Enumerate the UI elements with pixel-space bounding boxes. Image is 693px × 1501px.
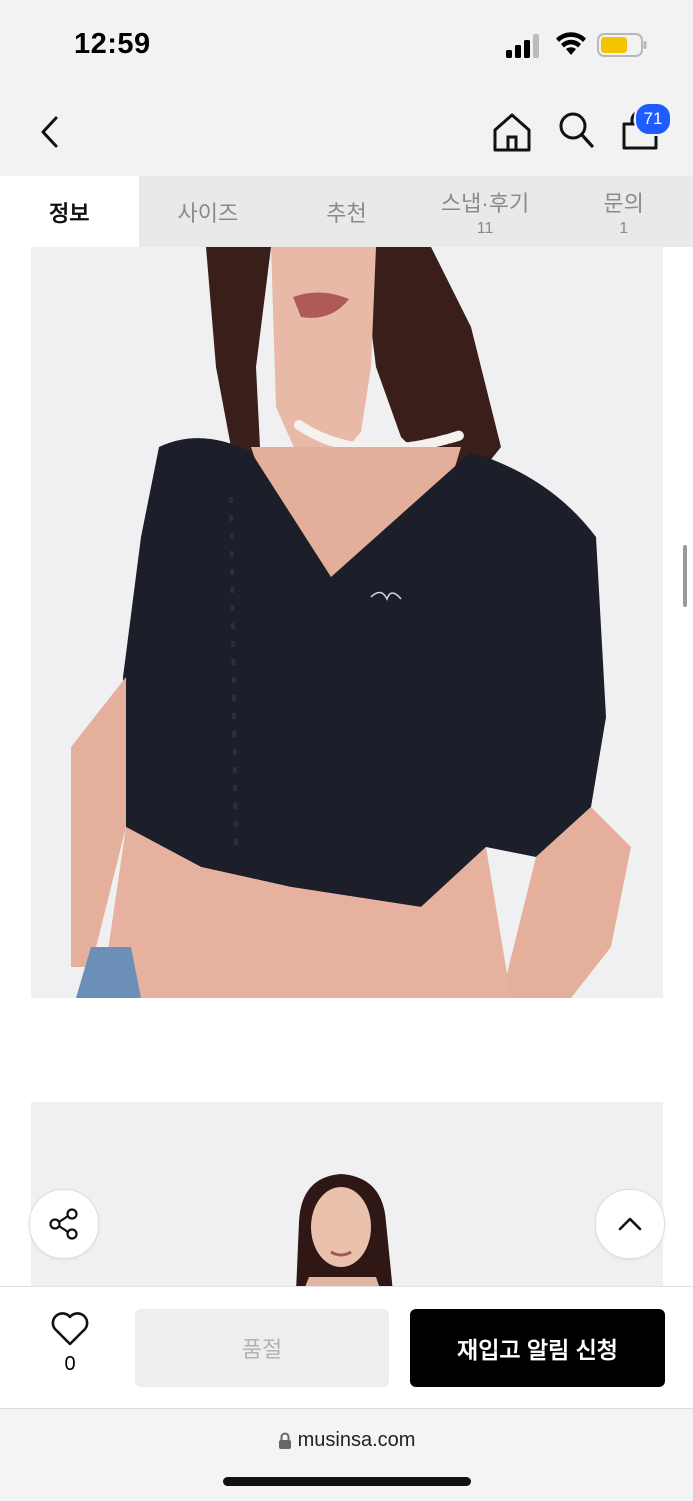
tab-snap-review[interactable]: 스냅·후기 11 (416, 176, 555, 247)
url-field[interactable]: musinsa.com (0, 1429, 693, 1452)
like-button[interactable]: 0 (40, 1311, 100, 1381)
lock-icon (278, 1432, 291, 1449)
heart-icon (51, 1312, 89, 1346)
restock-alert-button[interactable]: 재입고 알림 신청 (410, 1309, 665, 1387)
top-nav-bar (0, 90, 693, 176)
url-text: musinsa.com (297, 1429, 416, 1451)
tab-label: 사이즈 (177, 200, 239, 226)
scroll-indicator (683, 545, 687, 607)
battery-icon (597, 33, 647, 57)
wifi-icon (556, 32, 586, 55)
product-detail-image (31, 247, 663, 998)
status-time: 12:59 (74, 28, 151, 60)
scroll-to-top-button[interactable] (595, 1189, 665, 1259)
status-bar: 12:59 (0, 0, 693, 90)
browser-url-bar: musinsa.com (0, 1408, 693, 1501)
back-arrow-icon[interactable] (36, 112, 66, 152)
chevron-up-icon (618, 1217, 642, 1231)
share-icon (49, 1208, 78, 1240)
product-photo-2 (31, 1102, 663, 1292)
tab-label: 정보 (49, 200, 90, 226)
tab-label: 문의 (603, 190, 644, 216)
tab-info[interactable]: 정보 (0, 176, 139, 247)
tab-label: 스냅·후기 (440, 190, 530, 216)
cellular-signal-icon (506, 34, 539, 58)
tab-count: 11 (476, 219, 494, 237)
home-icon[interactable] (490, 110, 534, 154)
share-button[interactable] (29, 1189, 99, 1259)
product-tabs: 정보 사이즈 추천 스냅·후기 11 문의 1 (0, 176, 693, 247)
product-photo (31, 247, 663, 998)
home-indicator[interactable] (223, 1477, 471, 1486)
tab-inquiry[interactable]: 문의 1 (554, 176, 693, 247)
tab-size[interactable]: 사이즈 (139, 176, 278, 247)
search-icon[interactable] (556, 110, 596, 150)
tab-count: 1 (619, 219, 629, 237)
purchase-bar: 0 품절 재입고 알림 신청 (0, 1286, 693, 1409)
cart-count-badge: 71 (634, 102, 672, 136)
tab-label: 추천 (326, 200, 367, 226)
soldout-button: 품절 (135, 1309, 389, 1387)
like-count: 0 (64, 1353, 76, 1375)
product-detail-image-2 (31, 1102, 663, 1292)
tab-recommend[interactable]: 추천 (277, 176, 416, 247)
